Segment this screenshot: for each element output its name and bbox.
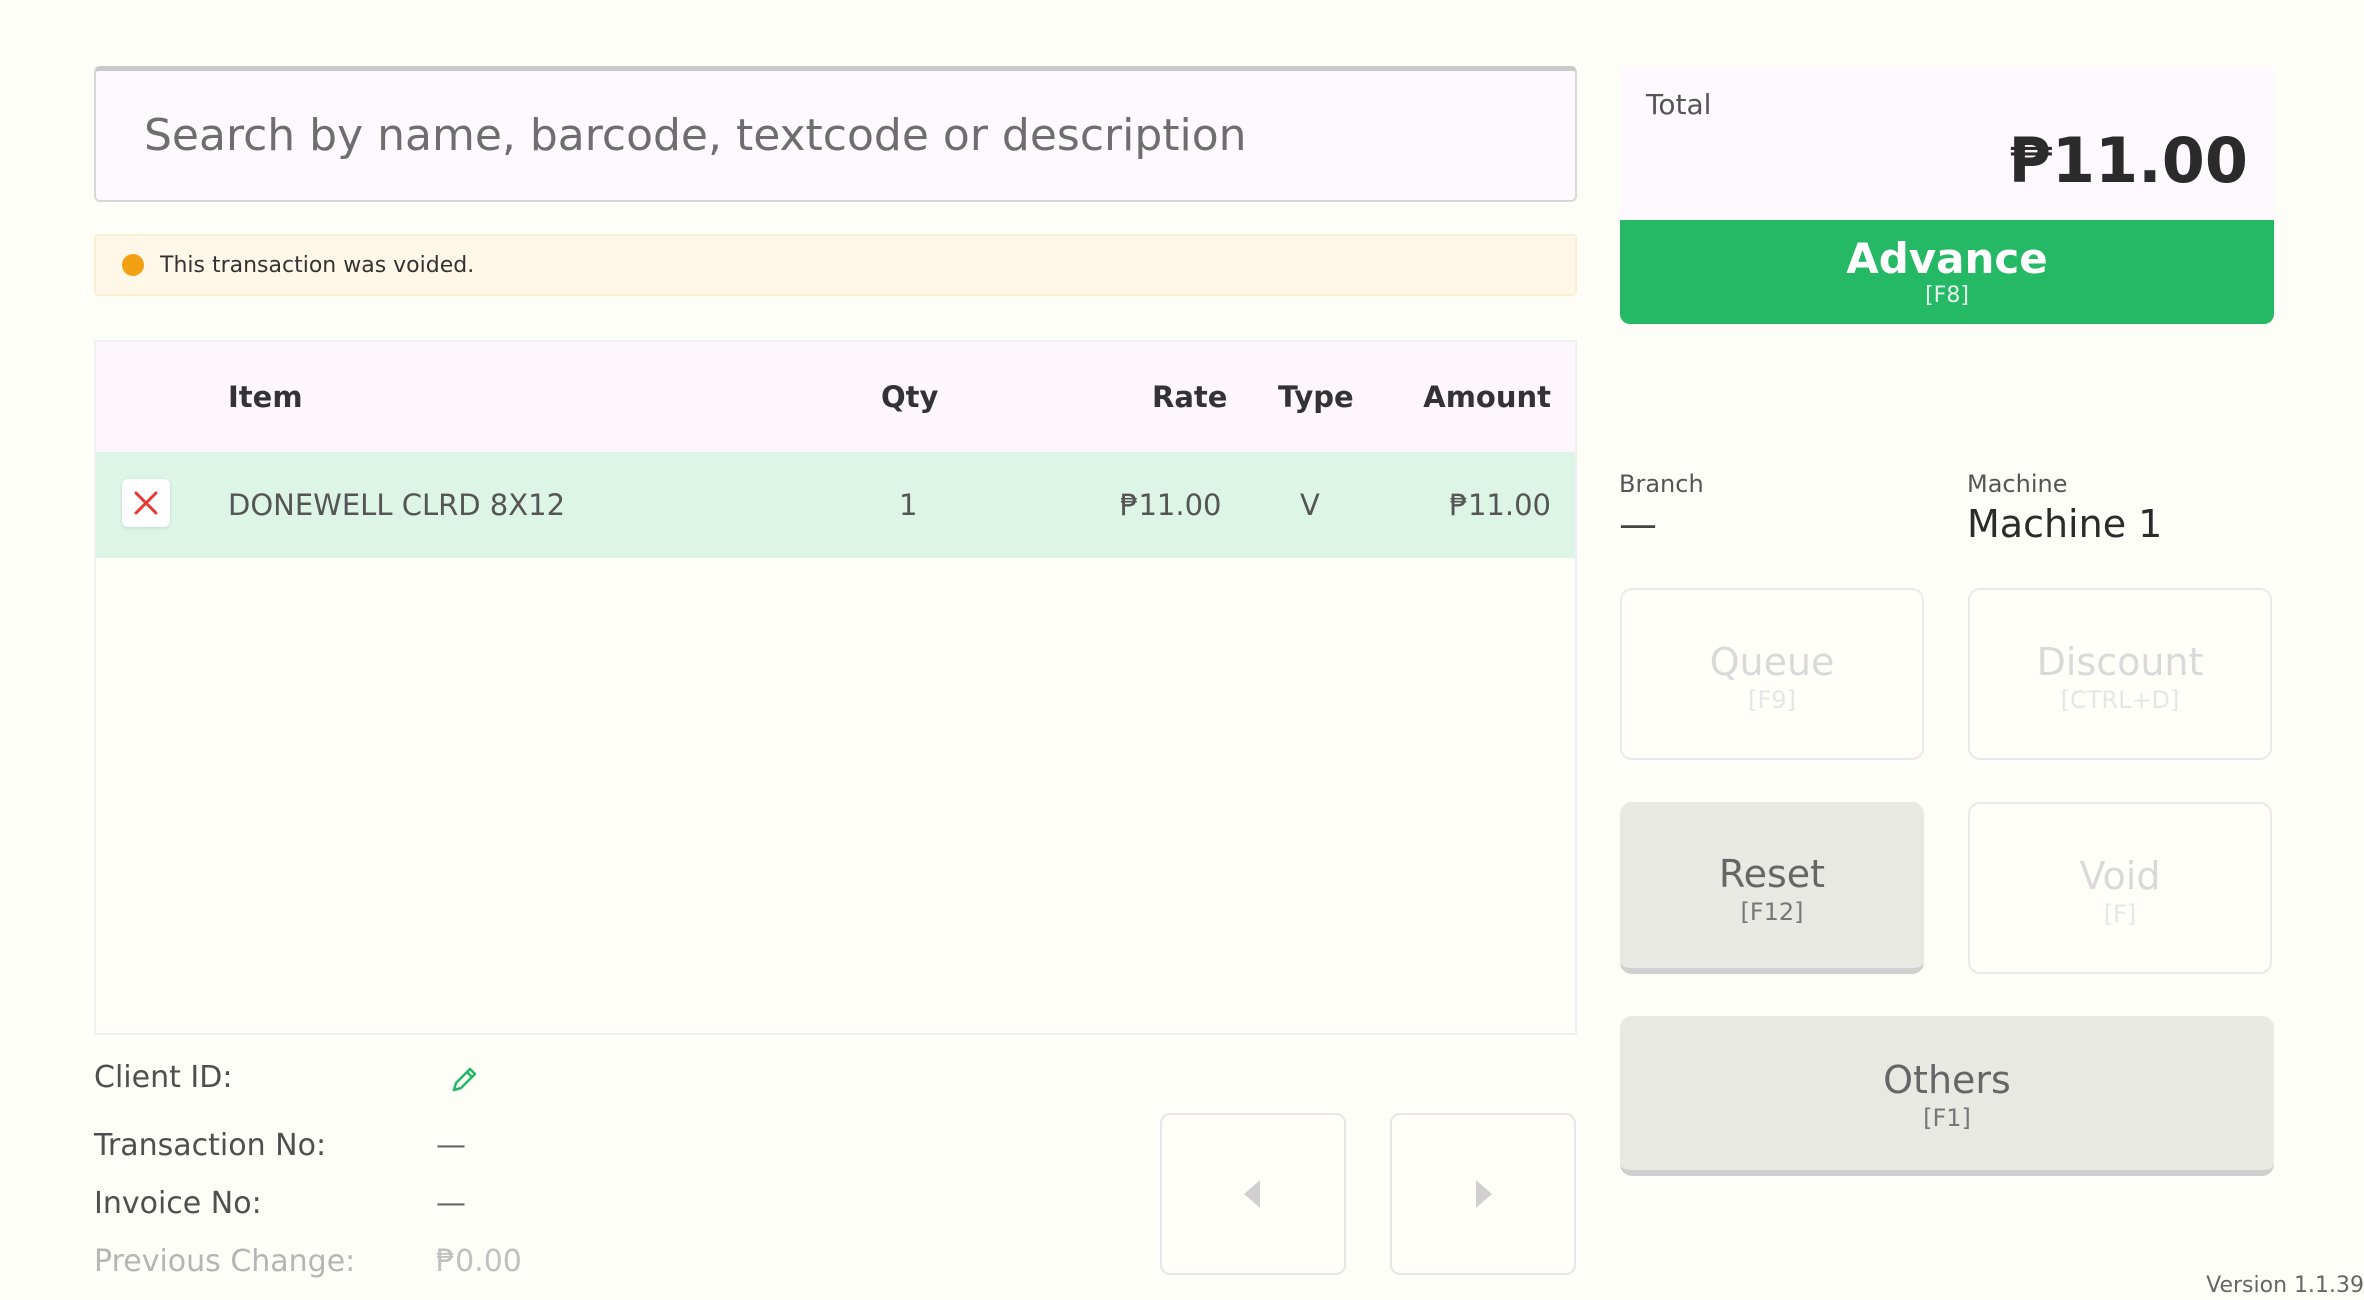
total-value: ₱11.00 bbox=[2008, 124, 2248, 197]
column-header-type: Type bbox=[1278, 380, 1354, 414]
advance-button[interactable]: Advance [F8] bbox=[1620, 220, 2274, 324]
void-alert: This transaction was voided. bbox=[94, 234, 1577, 296]
transaction-no-value: — bbox=[436, 1128, 466, 1163]
chevron-right-icon bbox=[1476, 1180, 1492, 1208]
edit-client-button[interactable] bbox=[446, 1062, 482, 1098]
machine-value: Machine 1 bbox=[1967, 502, 2163, 546]
reset-button[interactable]: Reset [F12] bbox=[1620, 802, 1924, 974]
void-label: Void bbox=[2079, 854, 2161, 898]
branch-value: — bbox=[1619, 502, 1657, 546]
reset-shortcut: [F12] bbox=[1740, 898, 1804, 926]
version-label: Version 1.1.39 bbox=[2206, 1273, 2364, 1298]
discount-label: Discount bbox=[2036, 640, 2204, 684]
invoice-no-value: — bbox=[436, 1186, 466, 1221]
discount-shortcut: [CTRL+D] bbox=[2060, 686, 2180, 714]
branch-label: Branch bbox=[1619, 470, 1704, 498]
search-input[interactable] bbox=[96, 71, 1575, 200]
discount-button[interactable]: Discount [CTRL+D] bbox=[1968, 588, 2272, 760]
advance-label: Advance bbox=[1846, 234, 2048, 283]
remove-item-button[interactable] bbox=[122, 479, 170, 527]
column-header-item: Item bbox=[228, 380, 303, 414]
others-button[interactable]: Others [F1] bbox=[1620, 1016, 2274, 1176]
void-button[interactable]: Void [F] bbox=[1968, 802, 2272, 974]
next-button[interactable] bbox=[1390, 1113, 1576, 1275]
items-table: Item Qty Rate Type Amount DONEWELL CLRD … bbox=[94, 340, 1577, 1035]
queue-label: Queue bbox=[1709, 640, 1835, 684]
void-shortcut: [F] bbox=[2103, 900, 2137, 928]
reset-label: Reset bbox=[1718, 852, 1826, 896]
row-rate: ₱11.00 bbox=[1120, 488, 1222, 522]
warning-dot-icon bbox=[122, 254, 144, 276]
column-header-qty: Qty bbox=[881, 380, 939, 414]
transaction-no-label: Transaction No: bbox=[94, 1128, 327, 1163]
machine-label: Machine bbox=[1967, 470, 2068, 498]
previous-change-label: Previous Change: bbox=[94, 1244, 356, 1279]
table-header: Item Qty Rate Type Amount bbox=[96, 342, 1575, 452]
row-item-name: DONEWELL CLRD 8X12 bbox=[228, 488, 566, 522]
total-label: Total bbox=[1646, 88, 1712, 121]
previous-change-value: ₱0.00 bbox=[436, 1244, 522, 1279]
column-header-amount: Amount bbox=[1423, 380, 1551, 414]
others-shortcut: [F1] bbox=[1923, 1104, 1971, 1132]
invoice-no-label: Invoice No: bbox=[94, 1186, 262, 1221]
close-icon bbox=[134, 491, 158, 515]
others-label: Others bbox=[1883, 1058, 2011, 1102]
previous-button[interactable] bbox=[1160, 1113, 1346, 1275]
pencil-icon bbox=[452, 1067, 477, 1092]
advance-shortcut: [F8] bbox=[1925, 283, 1969, 308]
row-amount: ₱11.00 bbox=[1449, 488, 1551, 522]
queue-button[interactable]: Queue [F9] bbox=[1620, 588, 1924, 760]
row-type: V bbox=[1300, 488, 1320, 522]
queue-shortcut: [F9] bbox=[1748, 686, 1796, 714]
search-box[interactable] bbox=[94, 66, 1577, 202]
row-qty: 1 bbox=[899, 488, 918, 522]
client-id-label: Client ID: bbox=[94, 1060, 233, 1095]
table-row[interactable]: DONEWELL CLRD 8X12 1 ₱11.00 V ₱11.00 bbox=[96, 452, 1575, 558]
chevron-left-icon bbox=[1244, 1180, 1260, 1208]
total-card: Total ₱11.00 bbox=[1620, 66, 2274, 222]
alert-text: This transaction was voided. bbox=[160, 252, 475, 278]
column-header-rate: Rate bbox=[1152, 380, 1228, 414]
